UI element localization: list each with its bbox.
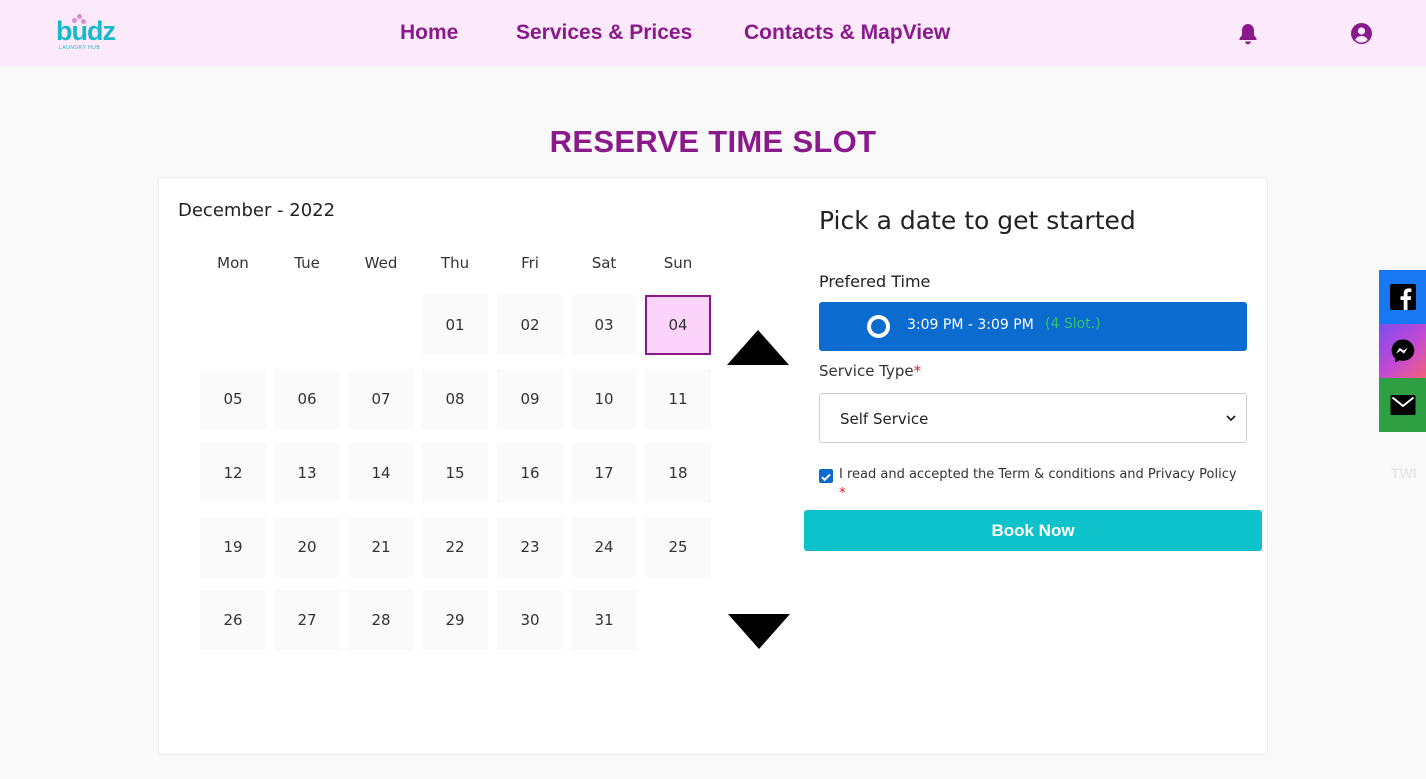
- calendar-day[interactable]: 05: [200, 369, 266, 429]
- calendar-day[interactable]: 09: [497, 369, 563, 429]
- logo-subtitle: LAUNDRY HUB: [59, 45, 101, 51]
- calendar-day-selected[interactable]: 04: [645, 295, 711, 355]
- checkmark-icon: [821, 473, 831, 482]
- nav-home-link[interactable]: Home: [400, 20, 458, 46]
- service-type-selected-value: Self Service: [840, 410, 929, 428]
- book-now-button[interactable]: Book Now: [804, 510, 1262, 551]
- service-type-select[interactable]: Self Service: [819, 393, 1247, 443]
- user-circle-icon[interactable]: [1351, 23, 1372, 44]
- weekday-label: Sun: [663, 254, 693, 272]
- facebook-icon: [1390, 284, 1416, 310]
- facebook-share-button[interactable]: [1379, 270, 1426, 324]
- calendar-day[interactable]: 07: [348, 369, 414, 429]
- terms-checkbox[interactable]: [819, 469, 833, 483]
- calendar-day[interactable]: 13: [274, 443, 340, 503]
- weekday-label: Fri: [521, 254, 539, 272]
- logo-text: budz: [56, 16, 116, 46]
- calendar-day[interactable]: 19: [200, 517, 266, 577]
- previous-month-arrow-icon[interactable]: [727, 330, 789, 365]
- calendar-day[interactable]: 29: [422, 590, 488, 650]
- nav-contacts-link[interactable]: Contacts & MapView: [744, 20, 950, 46]
- calendar-day[interactable]: 01: [422, 295, 488, 355]
- calendar-day[interactable]: 12: [200, 443, 266, 503]
- terms-required-mark: *: [839, 486, 846, 501]
- calendar-day[interactable]: 24: [571, 517, 637, 577]
- calendar-day[interactable]: 10: [571, 369, 637, 429]
- time-slot-radio[interactable]: [867, 315, 890, 338]
- time-slot-availability: (4 Slot.): [1045, 316, 1101, 332]
- calendar-day[interactable]: 26: [200, 590, 266, 650]
- time-slot-option[interactable]: 3:09 PM - 3:09 PM (4 Slot.): [819, 302, 1247, 351]
- weekday-label: Thu: [440, 254, 470, 272]
- calendar-day[interactable]: 14: [348, 443, 414, 503]
- page-title: RESERVE TIME SLOT: [549, 124, 877, 159]
- calendar-month-label: December - 2022: [178, 200, 336, 221]
- calendar-day[interactable]: 02: [497, 295, 563, 355]
- weekday-label: Sat: [591, 254, 617, 272]
- required-mark: *: [913, 362, 922, 380]
- calendar-day[interactable]: 16: [497, 443, 563, 503]
- messenger-icon: [1391, 339, 1415, 363]
- weekday-label: Wed: [364, 254, 398, 272]
- preferred-time-label: Prefered Time: [819, 272, 931, 291]
- service-type-label-text: Service Type: [819, 362, 914, 380]
- terms-label[interactable]: I read and accepted the Term & condition…: [839, 467, 1237, 482]
- next-month-arrow-icon[interactable]: [728, 614, 790, 649]
- calendar-day[interactable]: 17: [571, 443, 637, 503]
- calendar-day[interactable]: 22: [422, 517, 488, 577]
- service-type-label: Service Type*: [819, 362, 921, 380]
- calendar-day[interactable]: 25: [645, 517, 711, 577]
- weekday-label: Mon: [217, 254, 249, 272]
- calendar-day[interactable]: 31: [571, 590, 637, 650]
- chevron-down-icon: [1226, 415, 1236, 422]
- email-share-button[interactable]: [1379, 378, 1426, 432]
- calendar-day[interactable]: 11: [645, 369, 711, 429]
- email-icon: [1390, 395, 1416, 415]
- calendar-day[interactable]: 15: [422, 443, 488, 503]
- navbar: budz LAUNDRY HUB Home Services & Prices …: [0, 0, 1426, 66]
- time-slot-range: 3:09 PM - 3:09 PM: [907, 317, 1034, 333]
- nav-services-link[interactable]: Services & Prices: [516, 20, 692, 46]
- booking-heading: Pick a date to get started: [819, 206, 1136, 235]
- calendar-day[interactable]: 18: [645, 443, 711, 503]
- messenger-share-button[interactable]: [1379, 324, 1426, 378]
- calendar-day[interactable]: 28: [348, 590, 414, 650]
- brand-logo[interactable]: budz LAUNDRY HUB: [56, 14, 116, 52]
- calendar-day[interactable]: 21: [348, 517, 414, 577]
- calendar-day[interactable]: 23: [497, 517, 563, 577]
- calendar-day[interactable]: 27: [274, 590, 340, 650]
- calendar-day[interactable]: 30: [497, 590, 563, 650]
- bell-icon[interactable]: [1238, 23, 1258, 45]
- weekday-label: Tue: [294, 254, 320, 272]
- calendar-day[interactable]: 06: [274, 369, 340, 429]
- calendar-day[interactable]: 20: [274, 517, 340, 577]
- calendar-day[interactable]: 08: [422, 369, 488, 429]
- partial-social-label: TWI: [1391, 465, 1417, 481]
- calendar-day[interactable]: 03: [571, 295, 637, 355]
